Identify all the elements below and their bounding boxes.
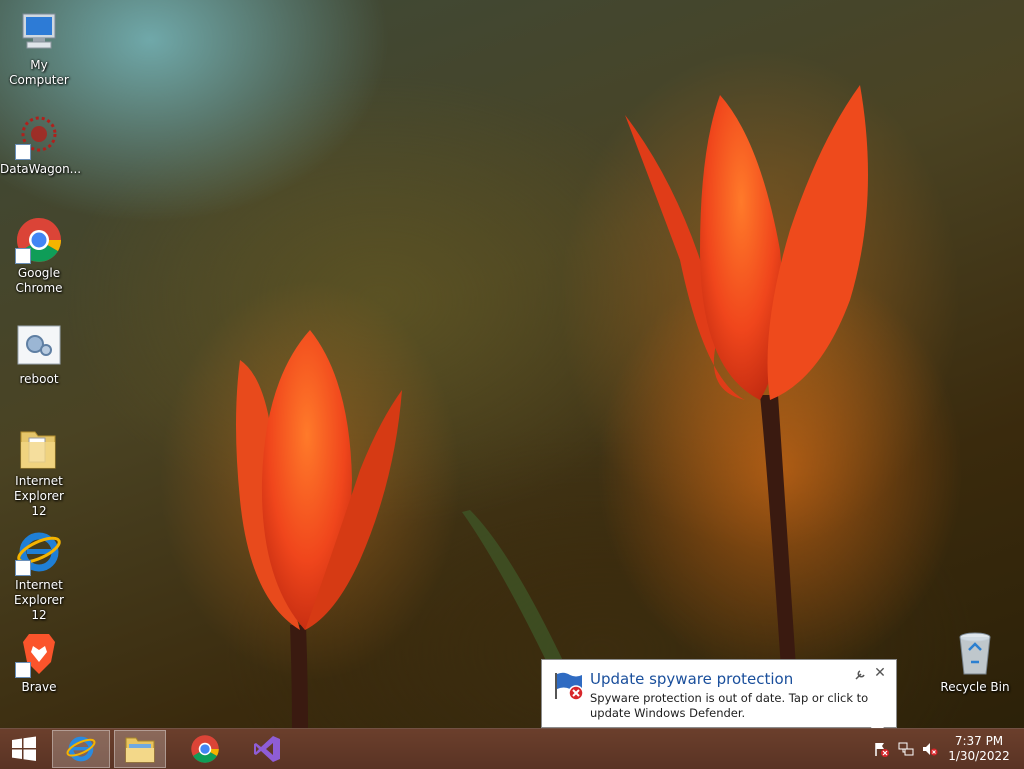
desktop-icon-label: Recycle Bin (940, 680, 1010, 694)
internet-explorer-icon (15, 528, 63, 576)
recycle-bin-icon (951, 630, 999, 678)
brave-icon (15, 630, 63, 678)
notification-options-icon[interactable] (854, 669, 866, 681)
desktop-icon-label: Internet Explorer 12 (14, 578, 64, 622)
clock-time: 7:37 PM (954, 734, 1004, 748)
visual-studio-icon (254, 736, 280, 762)
taskbar-clock[interactable]: 7:37 PM 1/30/2022 (948, 734, 1010, 764)
desktop-icon-label: reboot (19, 372, 59, 386)
desktop-icon-reboot[interactable]: reboot (0, 322, 78, 387)
desktop-icon-internet-explorer[interactable]: Internet Explorer 12 (0, 528, 78, 623)
action-center-flag-icon[interactable] (873, 741, 889, 757)
desktop-icon-label: DataWagon... (0, 162, 82, 176)
desktop-icon-label: Brave (21, 680, 57, 694)
taskbar-visual-studio[interactable] (238, 730, 296, 768)
desktop-icon-label: Google Chrome (15, 266, 63, 295)
clock-date: 1/30/2022 (948, 749, 1010, 763)
desktop-icon-my-computer[interactable]: My Computer (0, 8, 78, 88)
taskbar-file-explorer[interactable] (114, 730, 166, 768)
start-button[interactable] (0, 730, 48, 768)
desktop-icon-google-chrome[interactable]: Google Chrome (0, 216, 78, 296)
shortcut-arrow-icon (15, 248, 31, 264)
chrome-icon (191, 735, 219, 763)
taskbar-internet-explorer[interactable] (52, 730, 110, 768)
folder-icon (15, 424, 63, 472)
desktop-icon-recycle-bin[interactable]: Recycle Bin (936, 630, 1014, 695)
internet-explorer-icon (66, 736, 96, 762)
shortcut-arrow-icon (15, 144, 31, 160)
chrome-icon (15, 216, 63, 264)
file-explorer-icon (125, 737, 155, 763)
desktop-icon-brave[interactable]: Brave (0, 630, 78, 695)
desktop-icon-label: My Computer (9, 58, 69, 87)
volume-muted-icon[interactable] (922, 741, 938, 757)
desktop-icon-folder-ie12[interactable]: Internet Explorer 12 (0, 424, 78, 519)
computer-icon (15, 8, 63, 56)
windows-logo-icon (12, 736, 36, 761)
shortcut-arrow-icon (15, 560, 31, 576)
shortcut-arrow-icon (15, 662, 31, 678)
taskbar-chrome[interactable] (176, 730, 234, 768)
network-icon[interactable] (898, 741, 914, 757)
reboot-icon (15, 322, 63, 370)
desktop-wallpaper (160, 50, 960, 728)
taskbar: 7:37 PM 1/30/2022 (0, 728, 1024, 769)
datawagon-icon (15, 112, 63, 160)
notification-title: Update spyware protection (590, 670, 794, 688)
desktop-icon-label: Internet Explorer 12 (14, 474, 64, 518)
notification-balloon[interactable]: Update spyware protection Spyware protec… (541, 659, 897, 728)
notification-close-icon[interactable]: ✕ (873, 666, 887, 680)
notification-message: Spyware protection is out of date. Tap o… (590, 691, 869, 720)
desktop-icon-datawagon[interactable]: DataWagon... (0, 112, 82, 177)
windows-defender-flag-icon (552, 669, 586, 703)
